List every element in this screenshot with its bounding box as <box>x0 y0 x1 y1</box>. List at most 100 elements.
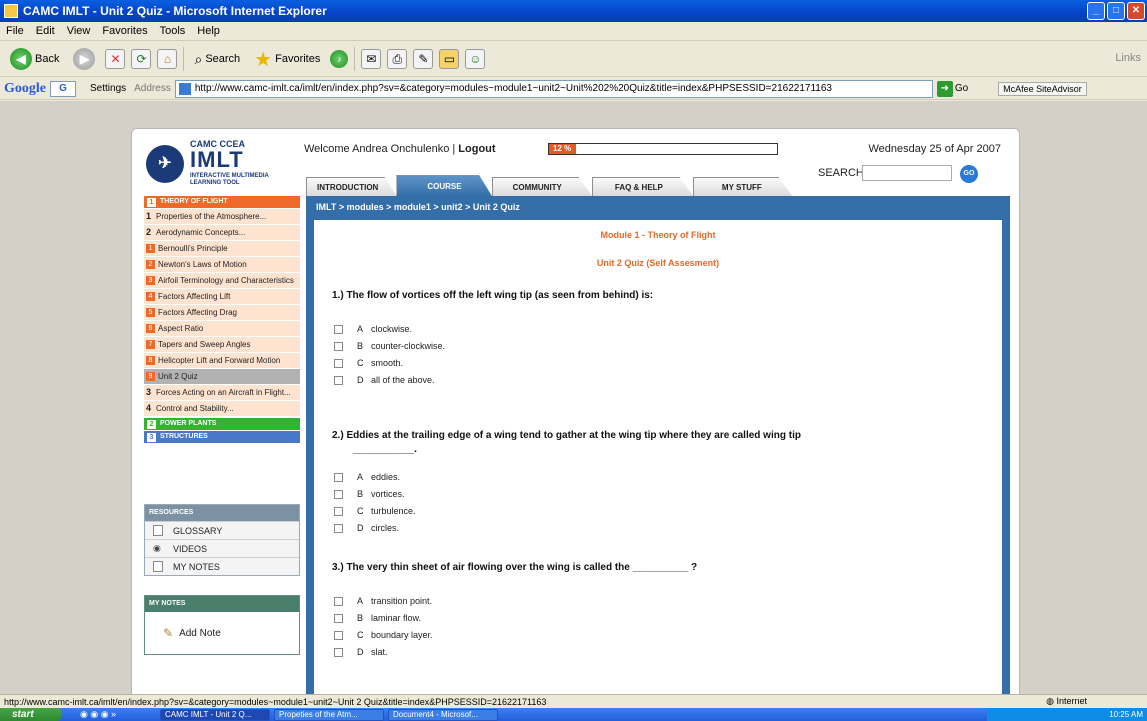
answer-checkbox[interactable] <box>334 375 343 385</box>
taskbar-item-document4[interactable]: Document4 - Microsof... <box>388 708 498 721</box>
answer-option[interactable]: Aeddies. <box>334 472 400 482</box>
favorites-button[interactable]: ★ Favorites <box>250 45 324 74</box>
resources-title: RESOURCES <box>145 505 299 521</box>
section-theory-of-flight[interactable]: 1 THEORY OF FLIGHT <box>144 196 300 208</box>
google-search-box[interactable]: G <box>50 80 76 97</box>
answer-option[interactable]: Dslat. <box>334 647 388 657</box>
answer-checkbox[interactable] <box>334 523 343 533</box>
sidebar-item[interactable]: 5 Factors Affecting Drag <box>144 305 300 321</box>
sidebar-item[interactable]: 3 Airfoil Terminology and Characteristics <box>144 273 300 289</box>
start-button[interactable]: start <box>0 708 62 721</box>
answer-checkbox[interactable] <box>334 596 343 606</box>
resource-glossary[interactable]: GLOSSARY <box>145 521 299 539</box>
window-title: CAMC IMLT - Unit 2 Quiz - Microsoft Inte… <box>23 4 327 18</box>
sidebar-item[interactable]: 3 Forces Acting on an Aircraft in Flight.… <box>144 385 300 401</box>
answer-option[interactable]: Dcircles. <box>334 523 399 533</box>
sidebar-item[interactable]: 2 Newton's Laws of Motion <box>144 257 300 273</box>
answer-checkbox[interactable] <box>334 647 343 657</box>
section-power-plants[interactable]: 2 POWER PLANTS <box>144 418 300 430</box>
sidebar-item[interactable]: 6 Aspect Ratio <box>144 321 300 337</box>
answer-option[interactable]: Cboundary layer. <box>334 630 433 640</box>
answer-option[interactable]: Blaminar flow. <box>334 613 421 623</box>
settings-button[interactable]: Settings <box>90 83 126 94</box>
resource-my-notes[interactable]: MY NOTES <box>145 557 299 575</box>
option-text: boundary layer. <box>371 630 433 640</box>
address-input[interactable]: http://www.camc-imlt.ca/imlt/en/index.ph… <box>174 79 933 98</box>
answer-checkbox[interactable] <box>334 324 343 334</box>
menu-view[interactable]: View <box>67 25 91 37</box>
edit-icon[interactable]: ✎ <box>413 49 434 69</box>
option-letter: C <box>357 358 364 368</box>
answer-checkbox[interactable] <box>334 472 343 482</box>
sidebar-item[interactable]: 7 Tapers and Sweep Angles <box>144 337 300 353</box>
sidebar-item[interactable]: 9 Unit 2 Quiz <box>144 369 300 385</box>
stop-icon[interactable]: ✕ <box>105 49 126 69</box>
mail-icon[interactable]: ✉ <box>361 49 382 69</box>
tab-course[interactable]: COURSE <box>396 175 493 197</box>
close-button[interactable]: ✕ <box>1127 2 1145 20</box>
go-button[interactable]: ➜ Go <box>936 80 968 97</box>
option-text: slat. <box>371 647 388 657</box>
menu-tools[interactable]: Tools <box>160 25 186 37</box>
answer-option[interactable]: Aclockwise. <box>334 324 412 334</box>
sidebar-item[interactable]: 1 Bernoulli's Principle <box>144 241 300 257</box>
menu-favorites[interactable]: Favorites <box>102 25 147 37</box>
answer-option[interactable]: Atransition point. <box>334 596 432 606</box>
taskbar-item-propeties[interactable]: Propeties of the Atm... <box>274 708 384 721</box>
option-letter: C <box>357 630 364 640</box>
answer-option[interactable]: Csmooth. <box>334 358 403 368</box>
home-icon[interactable]: ⌂ <box>157 49 178 69</box>
my-notes-panel: MY NOTES ✎ Add Note <box>144 595 300 655</box>
folder-icon[interactable]: ▭ <box>439 49 460 69</box>
messenger-icon[interactable]: ☺ <box>465 49 486 69</box>
quick-launch[interactable]: ◉ ◉ ◉ » <box>80 709 160 720</box>
add-note-button[interactable]: ✎ Add Note <box>145 612 299 640</box>
search-button[interactable]: ⌕ Search <box>190 49 244 70</box>
forward-button[interactable]: ▶ <box>69 46 99 72</box>
answer-checkbox[interactable] <box>334 613 343 623</box>
answer-option[interactable]: Dall of the above. <box>334 375 435 385</box>
sidebar-item[interactable]: 2 Aerodynamic Concepts... <box>144 225 300 241</box>
tab-introduction[interactable]: INTRODUCTION <box>306 177 398 197</box>
print-icon[interactable]: ⎙ <box>387 49 408 69</box>
links-label[interactable]: Links <box>1115 52 1141 64</box>
answer-checkbox[interactable] <box>334 630 343 640</box>
back-button[interactable]: ◀ Back <box>6 46 63 72</box>
sidebar-item-number: 4 <box>146 403 152 413</box>
sidebar-item[interactable]: 1 Properties of the Atmosphere... <box>144 209 300 225</box>
sidebar-item[interactable]: 4 Control and Stability... <box>144 401 300 417</box>
media-icon[interactable]: ♪ <box>330 50 349 68</box>
logout-link[interactable]: Logout <box>458 143 495 155</box>
tab-my-stuff[interactable]: MY STUFF <box>692 177 793 197</box>
search-go-button[interactable]: GO <box>960 165 978 183</box>
logo-emblem-icon: ✈ <box>146 145 184 183</box>
resource-videos[interactable]: ◉ VIDEOS <box>145 539 299 557</box>
imlt-logo[interactable]: ✈ CAMC CCEA IMLT INTERACTIVE MULTIMEDIA … <box>146 139 276 197</box>
section-structures[interactable]: 3 STRUCTURES <box>144 431 300 443</box>
answer-checkbox[interactable] <box>334 358 343 368</box>
menu-help[interactable]: Help <box>197 25 220 37</box>
sidebar-item[interactable]: 4 Factors Affecting Lift <box>144 289 300 305</box>
menu-edit[interactable]: Edit <box>36 25 55 37</box>
minimize-button[interactable]: _ <box>1087 2 1105 20</box>
answer-option[interactable]: Bcounter-clockwise. <box>334 341 445 351</box>
tab-community[interactable]: COMMUNITY <box>491 177 593 197</box>
maximize-button[interactable]: □ <box>1107 2 1125 20</box>
taskbar-item-imlt[interactable]: CAMC IMLT - Unit 2 Q... <box>160 708 270 721</box>
menu-file[interactable]: File <box>6 25 24 37</box>
status-url: http://www.camc-imlt.ca/imlt/en/index.ph… <box>4 696 547 707</box>
mcafee-siteadvisor-button[interactable]: McAfee SiteAdvisor <box>998 81 1087 96</box>
answer-option[interactable]: Cturbulence. <box>334 506 416 516</box>
refresh-icon[interactable]: ⟳ <box>131 49 152 69</box>
answer-checkbox[interactable] <box>334 506 343 516</box>
sidebar-item-badge: 6 <box>146 324 155 333</box>
answer-option[interactable]: Bvortices. <box>334 489 405 499</box>
answer-checkbox[interactable] <box>334 341 343 351</box>
answer-checkbox[interactable] <box>334 489 343 499</box>
option-text: vortices. <box>371 489 405 499</box>
tab-faq-help[interactable]: FAQ & HELP <box>591 177 694 197</box>
site-search-input[interactable] <box>862 165 952 181</box>
sidebar-item[interactable]: 8 Helicopter Lift and Forward Motion <box>144 353 300 369</box>
breadcrumb[interactable]: IMLT > modules > module1 > unit2 > Unit … <box>316 202 520 212</box>
address-bar: Google G Settings Address http://www.cam… <box>0 78 1147 100</box>
